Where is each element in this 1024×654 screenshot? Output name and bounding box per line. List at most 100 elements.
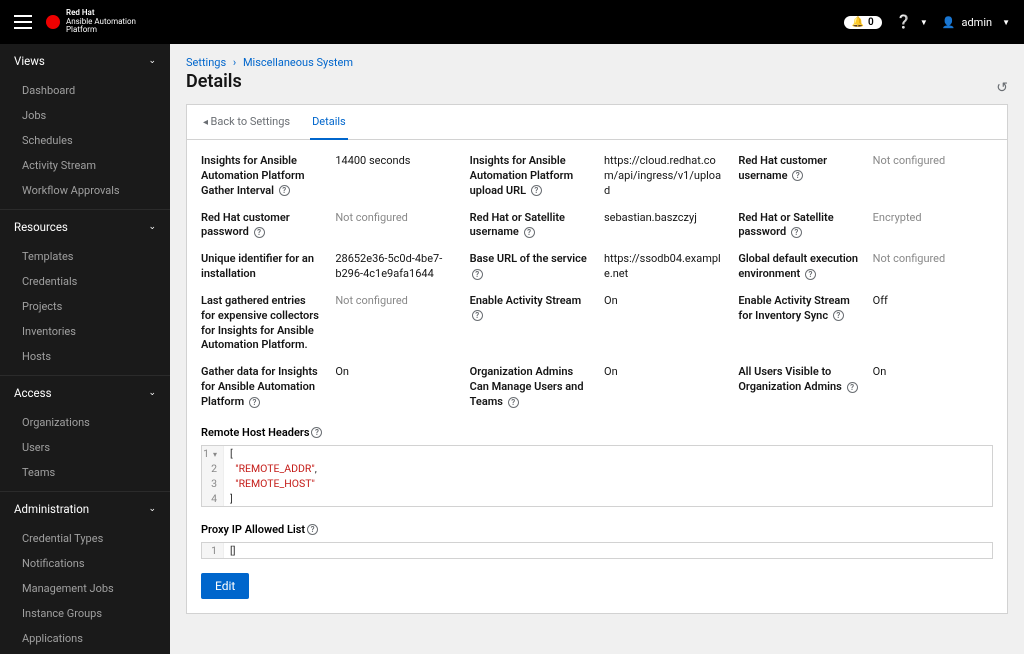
notification-count: 0	[868, 17, 874, 28]
field-label: Red Hat or Satellite password ?	[738, 211, 858, 241]
field-label: Enable Activity Stream for Inventory Syn…	[738, 294, 858, 353]
field-value: On	[604, 365, 724, 410]
field-label: Global default execution environment ?	[738, 252, 858, 282]
help-icon[interactable]: ?	[279, 185, 290, 196]
proxy-list-label: Proxy IP Allowed List?	[201, 523, 993, 536]
nav-section-views[interactable]: Views⌄	[0, 44, 170, 78]
field-label: Red Hat customer password ?	[201, 211, 321, 241]
user-icon: 👤	[942, 16, 956, 29]
help-icon[interactable]: ?	[472, 269, 483, 280]
history-icon[interactable]: ↺	[996, 80, 1008, 96]
help-icon[interactable]: ?	[791, 227, 802, 238]
help-icon[interactable]: ?	[254, 227, 265, 238]
field-value: Encrypted	[873, 211, 993, 241]
field-label: Gather data for Insights for Ansible Aut…	[201, 365, 321, 410]
code-line: "REMOTE_ADDR",	[224, 461, 323, 476]
breadcrumb-misc-system[interactable]: Miscellaneous System	[243, 56, 353, 69]
nav-section-administration[interactable]: Administration⌄	[0, 492, 170, 526]
code-line: []	[224, 543, 242, 558]
field-label: Unique identifier for an installation	[201, 252, 321, 282]
chevron-down-icon: ⌄	[148, 222, 156, 232]
nav-item-applications[interactable]: Applications	[0, 626, 170, 651]
help-icon[interactable]: ?	[307, 524, 318, 535]
nav-item-jobs[interactable]: Jobs	[0, 103, 170, 128]
nav-item-notifications[interactable]: Notifications	[0, 551, 170, 576]
nav-section-resources[interactable]: Resources⌄	[0, 210, 170, 244]
help-caret-icon[interactable]: ▼	[920, 18, 928, 27]
help-icon[interactable]: ?	[805, 269, 816, 280]
chevron-down-icon: ⌄	[148, 504, 156, 514]
topbar-right: 🔔 0 ❔ ▼ 👤 admin ▼	[844, 15, 1011, 30]
details-tab[interactable]: Details	[310, 105, 348, 140]
details-grid: Insights for Ansible Automation Platform…	[201, 154, 993, 410]
nav-item-instance-groups[interactable]: Instance Groups	[0, 601, 170, 626]
user-menu[interactable]: 👤 admin ▼	[942, 16, 1010, 29]
field-value: On	[873, 365, 993, 410]
brand-line3: Platform	[66, 26, 136, 35]
field-label: Insights for Ansible Automation Platform…	[201, 154, 321, 199]
details-card: Back to Settings Details Insights for An…	[186, 104, 1008, 614]
field-value: Not configured	[335, 211, 455, 241]
line-number: 1	[202, 543, 224, 558]
nav-item-schedules[interactable]: Schedules	[0, 128, 170, 153]
nav-item-teams[interactable]: Teams	[0, 460, 170, 485]
line-number: 3	[202, 476, 224, 491]
nav-item-inventories[interactable]: Inventories	[0, 319, 170, 344]
nav-item-templates[interactable]: Templates	[0, 244, 170, 269]
notifications-button[interactable]: 🔔 0	[844, 16, 882, 29]
brand: Red Hat Ansible Automation Platform	[46, 9, 136, 35]
field-value: On	[335, 365, 455, 410]
field-label: Last gathered entries for expensive coll…	[201, 294, 321, 353]
sidebar: Views⌄DashboardJobsSchedulesActivity Str…	[0, 44, 170, 654]
nav-item-credential-types[interactable]: Credential Types	[0, 526, 170, 551]
help-icon[interactable]: ?	[249, 397, 260, 408]
username: admin	[961, 16, 992, 29]
back-to-settings-tab[interactable]: Back to Settings	[201, 105, 292, 139]
code-line: [	[224, 446, 239, 461]
nav-item-organizations[interactable]: Organizations	[0, 410, 170, 435]
nav-item-activity-stream[interactable]: Activity Stream	[0, 153, 170, 178]
help-icon[interactable]: ?	[531, 185, 542, 196]
field-value: On	[604, 294, 724, 353]
nav-item-management-jobs[interactable]: Management Jobs	[0, 576, 170, 601]
remote-headers-label: Remote Host Headers?	[201, 426, 993, 439]
nav-item-dashboard[interactable]: Dashboard	[0, 78, 170, 103]
help-icon[interactable]: ❔	[896, 15, 912, 30]
field-label: Insights for Ansible Automation Platform…	[470, 154, 590, 199]
nav-section-access[interactable]: Access⌄	[0, 376, 170, 410]
field-value: https://ssodb04.example.net	[604, 252, 724, 282]
field-label: Red Hat customer username ?	[738, 154, 858, 199]
redhat-logo-icon	[46, 15, 60, 29]
proxy-list-code[interactable]: 1[]	[201, 542, 993, 559]
edit-button[interactable]: Edit	[201, 573, 249, 599]
field-value: sebastian.baszczyj	[604, 211, 724, 241]
line-number: 4	[202, 491, 224, 506]
main-content: Settings › Miscellaneous System Details …	[170, 44, 1024, 654]
nav-item-users[interactable]: Users	[0, 435, 170, 460]
breadcrumb-settings[interactable]: Settings	[186, 56, 226, 69]
topbar: Red Hat Ansible Automation Platform 🔔 0 …	[0, 0, 1024, 44]
help-icon[interactable]: ?	[833, 310, 844, 321]
line-number: 1 ▾	[202, 446, 224, 461]
nav-item-hosts[interactable]: Hosts	[0, 344, 170, 369]
bell-icon: 🔔	[852, 17, 864, 28]
field-value: 14400 seconds	[335, 154, 455, 199]
help-icon[interactable]: ?	[524, 227, 535, 238]
help-icon[interactable]: ?	[311, 427, 322, 438]
breadcrumb: Settings › Miscellaneous System	[186, 44, 1008, 71]
help-icon[interactable]: ?	[847, 382, 858, 393]
help-icon[interactable]: ?	[508, 397, 519, 408]
code-line: "REMOTE_HOST"	[224, 476, 321, 491]
help-icon[interactable]: ?	[792, 170, 803, 181]
nav-item-credentials[interactable]: Credentials	[0, 269, 170, 294]
menu-toggle-icon[interactable]	[14, 15, 32, 29]
breadcrumb-separator-icon: ›	[233, 56, 236, 69]
nav-item-workflow-approvals[interactable]: Workflow Approvals	[0, 178, 170, 203]
field-label: Red Hat or Satellite username ?	[470, 211, 590, 241]
field-value: Not configured	[873, 252, 993, 282]
remote-headers-code[interactable]: 1 ▾[2 "REMOTE_ADDR",3 "REMOTE_HOST"4]	[201, 445, 993, 507]
field-value: Off	[873, 294, 993, 353]
nav-item-projects[interactable]: Projects	[0, 294, 170, 319]
help-icon[interactable]: ?	[472, 310, 483, 321]
field-label: Enable Activity Stream ?	[470, 294, 590, 353]
